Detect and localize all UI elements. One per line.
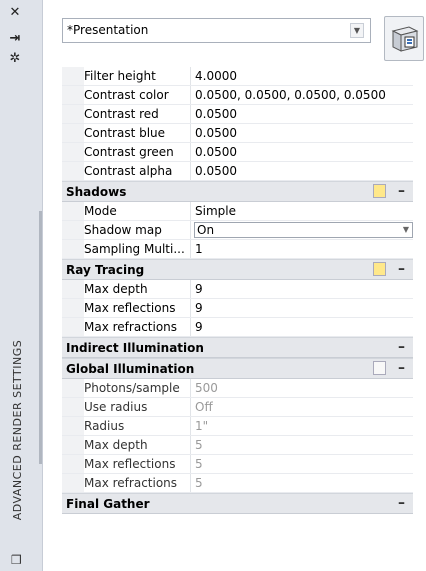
section-global-illumination[interactable]: Global Illumination – [62,358,413,379]
collapse-icon[interactable]: – [398,338,405,356]
property-value[interactable]: 9 [195,282,203,297]
collapse-icon[interactable]: – [398,260,405,278]
property-label: Filter height [84,69,156,83]
property-label: Max depth [84,282,148,296]
section-title: Shadows [66,185,127,199]
dropdown-value: On [197,223,215,237]
property-row[interactable]: Photons/sample 500 [62,379,413,398]
property-value[interactable]: Simple [195,204,236,219]
section-title: Final Gather [66,497,150,511]
collapse-icon[interactable]: – [398,359,405,377]
property-row[interactable]: Shadow map On ▼ [62,221,413,240]
property-value[interactable]: 5 [195,457,203,472]
property-value[interactable]: 0.0500 [195,164,237,179]
property-label: Mode [84,204,117,218]
property-row[interactable]: Filter height 4.0000 [62,67,413,86]
property-label: Shadow map [84,223,162,237]
property-value[interactable]: 0.0500 [195,145,237,160]
teapot-render-icon [391,26,419,52]
property-label: Max refractions [84,320,178,334]
property-value[interactable]: Off [195,400,213,415]
property-label: Contrast color [84,88,169,102]
property-value[interactable]: 4.0000 [195,69,237,84]
property-row[interactable]: Contrast red 0.0500 [62,105,413,124]
shadow-map-dropdown[interactable]: On ▼ [194,222,413,238]
lightbulb-icon[interactable] [373,184,386,198]
property-label: Radius [84,419,125,433]
chevron-down-icon[interactable]: ▼ [350,23,364,38]
property-label: Contrast green [84,145,174,159]
collapse-icon[interactable]: – [398,182,405,200]
property-value[interactable]: 0.0500, 0.0500, 0.0500, 0.0500 [195,88,386,103]
property-value[interactable]: 0.0500 [195,126,237,141]
section-title: Global Illumination [66,362,195,376]
collapse-icon[interactable]: – [398,494,405,512]
chevron-down-icon[interactable]: ▼ [403,223,409,237]
property-value[interactable]: 500 [195,381,218,396]
property-row[interactable]: Radius 1" [62,417,413,436]
property-value[interactable]: 9 [195,301,203,316]
property-row[interactable]: Use radius Off [62,398,413,417]
property-label: Max reflections [84,457,176,471]
section-final-gather[interactable]: Final Gather – [62,493,413,514]
property-label: Max depth [84,438,148,452]
section-shadows[interactable]: Shadows – [62,181,413,202]
property-row[interactable]: Max depth 5 [62,436,413,455]
property-label: Contrast red [84,107,159,121]
property-value[interactable]: 1" [195,419,208,434]
render-settings-icon: ❒ [11,553,22,567]
property-value[interactable]: 5 [195,438,203,453]
palette-title-strip: ✕ ⇥ ✲ ADVANCED RENDER SETTINGS ❒ [0,0,43,571]
pin-icon[interactable]: ⇥ [7,32,23,46]
property-row[interactable]: Contrast green 0.0500 [62,143,413,162]
lightbulb-icon[interactable] [373,262,386,276]
property-label: Photons/sample [84,381,180,395]
property-label: Max reflections [84,301,176,315]
property-row[interactable]: Sampling Multi... 1 [62,240,413,259]
property-label: Sampling Multi... [84,242,185,256]
section-indirect-illumination[interactable]: Indirect Illumination – [62,337,413,358]
property-label: Max refractions [84,476,178,490]
property-row[interactable]: Contrast blue 0.0500 [62,124,413,143]
property-row[interactable]: Max depth 9 [62,280,413,299]
property-value[interactable]: 9 [195,320,203,335]
property-value[interactable]: 5 [195,476,203,491]
property-label: Contrast alpha [84,164,173,178]
scrollbar[interactable] [39,211,42,464]
close-icon[interactable]: ✕ [7,6,23,20]
render-button[interactable] [384,16,424,61]
section-ray-tracing[interactable]: Ray Tracing – [62,259,413,280]
property-row[interactable]: Max reflections 5 [62,455,413,474]
property-row[interactable]: Mode Simple [62,202,413,221]
property-label: Contrast blue [84,126,166,140]
section-title: Ray Tracing [66,263,145,277]
lightbulb-icon[interactable] [373,361,386,375]
section-title: Indirect Illumination [66,341,204,355]
property-label: Use radius [84,400,148,414]
render-preset-dropdown[interactable]: *Presentation ▼ [62,18,371,43]
property-row[interactable]: Max reflections 9 [62,299,413,318]
property-row[interactable]: Max refractions 5 [62,474,413,493]
render-preset-value: *Presentation [67,23,149,37]
property-row[interactable]: Contrast alpha 0.0500 [62,162,413,181]
palette-title: ADVANCED RENDER SETTINGS [11,339,24,521]
property-grid: Filter height 4.0000 Contrast color 0.0500… [62,67,413,514]
property-row[interactable]: Max refractions 9 [62,318,413,337]
property-value[interactable]: 0.0500 [195,107,237,122]
properties-icon[interactable]: ✲ [7,52,23,66]
property-value[interactable]: 1 [195,242,203,257]
property-row[interactable]: Contrast color 0.0500, 0.0500, 0.0500, 0.… [62,86,413,105]
